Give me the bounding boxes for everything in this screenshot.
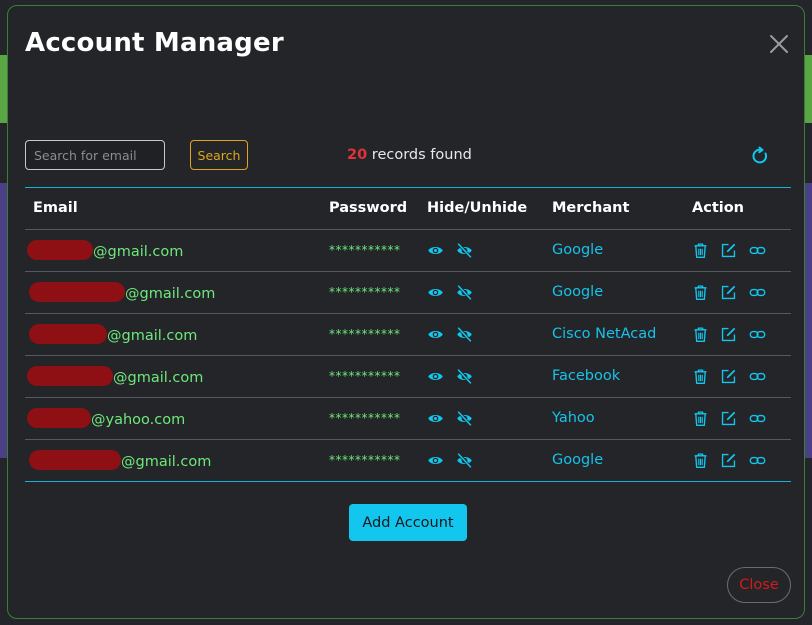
password-text: *********** xyxy=(329,327,401,341)
eye-icon[interactable] xyxy=(427,410,444,427)
table-row: @gmail.com *********** Google xyxy=(25,440,791,481)
column-header-action: Action xyxy=(692,200,745,216)
edit-icon[interactable] xyxy=(720,326,737,343)
account-manager-modal: Account Manager Search 20 records found … xyxy=(7,5,805,619)
email-text: @gmail.com xyxy=(93,244,184,260)
password-text: *********** xyxy=(329,243,401,257)
eye-icon[interactable] xyxy=(427,242,444,259)
email-text: @gmail.com xyxy=(107,328,198,344)
email-cell: @gmail.com xyxy=(29,440,212,481)
search-button[interactable]: Search xyxy=(190,140,248,170)
link-icon[interactable] xyxy=(749,368,766,385)
edit-icon[interactable] xyxy=(720,452,737,469)
link-icon[interactable] xyxy=(749,284,766,301)
edit-icon[interactable] xyxy=(720,368,737,385)
email-text: @yahoo.com xyxy=(91,412,186,428)
table-row: @gmail.com *********** Cisco NetAcad xyxy=(25,314,791,356)
close-icon[interactable] xyxy=(767,32,791,56)
merchant-link[interactable]: Google xyxy=(552,440,603,481)
edit-icon[interactable] xyxy=(720,242,737,259)
records-count: 20 xyxy=(347,147,368,163)
password-text: *********** xyxy=(329,411,401,425)
merchant-link[interactable]: Facebook xyxy=(552,356,620,397)
eye-icon[interactable] xyxy=(427,368,444,385)
redaction-mark xyxy=(29,450,121,470)
email-text: @gmail.com xyxy=(121,454,212,470)
redaction-mark xyxy=(27,408,91,428)
redaction-mark xyxy=(29,324,107,344)
table-row: @gmail.com *********** Facebook xyxy=(25,356,791,398)
link-icon[interactable] xyxy=(749,242,766,259)
eye-slash-icon[interactable] xyxy=(456,452,473,469)
password-text: *********** xyxy=(329,285,401,299)
column-header-email: Email xyxy=(33,200,78,216)
trash-icon[interactable] xyxy=(692,452,709,469)
email-cell: @yahoo.com xyxy=(27,398,186,439)
column-header-hide-unhide: Hide/Unhide xyxy=(427,200,528,216)
add-account-button[interactable]: Add Account xyxy=(349,504,467,541)
link-icon[interactable] xyxy=(749,452,766,469)
redaction-mark xyxy=(27,366,113,386)
trash-icon[interactable] xyxy=(692,242,709,259)
column-header-merchant: Merchant xyxy=(552,200,630,216)
edit-icon[interactable] xyxy=(720,410,737,427)
trash-icon[interactable] xyxy=(692,326,709,343)
eye-slash-icon[interactable] xyxy=(456,368,473,385)
merchant-link[interactable]: Yahoo xyxy=(552,398,595,439)
eye-slash-icon[interactable] xyxy=(456,326,473,343)
email-text: @gmail.com xyxy=(113,370,204,386)
password-text: *********** xyxy=(329,453,401,467)
merchant-link[interactable]: Google xyxy=(552,272,603,313)
table-row: @yahoo.com *********** Yahoo xyxy=(25,398,791,440)
email-cell: @gmail.com xyxy=(27,356,204,397)
eye-slash-icon[interactable] xyxy=(456,242,473,259)
link-icon[interactable] xyxy=(749,410,766,427)
email-text: @gmail.com xyxy=(125,286,216,302)
redaction-mark xyxy=(29,282,125,302)
eye-icon[interactable] xyxy=(427,452,444,469)
close-button[interactable]: Close xyxy=(727,567,791,603)
email-cell: @gmail.com xyxy=(27,230,184,271)
eye-slash-icon[interactable] xyxy=(456,284,473,301)
eye-icon[interactable] xyxy=(427,284,444,301)
redaction-mark xyxy=(27,240,93,260)
table-header-row: Email Password Hide/Unhide Merchant Acti… xyxy=(25,188,791,230)
merchant-link[interactable]: Google xyxy=(552,230,603,271)
trash-icon[interactable] xyxy=(692,368,709,385)
records-label: records found xyxy=(367,147,472,163)
column-header-password: Password xyxy=(329,200,408,216)
trash-icon[interactable] xyxy=(692,284,709,301)
search-input[interactable] xyxy=(25,140,165,170)
eye-icon[interactable] xyxy=(427,326,444,343)
link-icon[interactable] xyxy=(749,326,766,343)
records-found-text: 20 records found xyxy=(347,147,472,163)
accounts-table: Email Password Hide/Unhide Merchant Acti… xyxy=(25,187,791,482)
trash-icon[interactable] xyxy=(692,410,709,427)
refresh-icon[interactable] xyxy=(750,146,770,166)
modal-title: Account Manager xyxy=(25,28,284,58)
table-row: @gmail.com *********** Google xyxy=(25,230,791,272)
email-cell: @gmail.com xyxy=(29,272,216,313)
email-cell: @gmail.com xyxy=(29,314,198,355)
password-text: *********** xyxy=(329,369,401,383)
merchant-link[interactable]: Cisco NetAcad xyxy=(552,314,656,355)
edit-icon[interactable] xyxy=(720,284,737,301)
table-row: @gmail.com *********** Google xyxy=(25,272,791,314)
eye-slash-icon[interactable] xyxy=(456,410,473,427)
